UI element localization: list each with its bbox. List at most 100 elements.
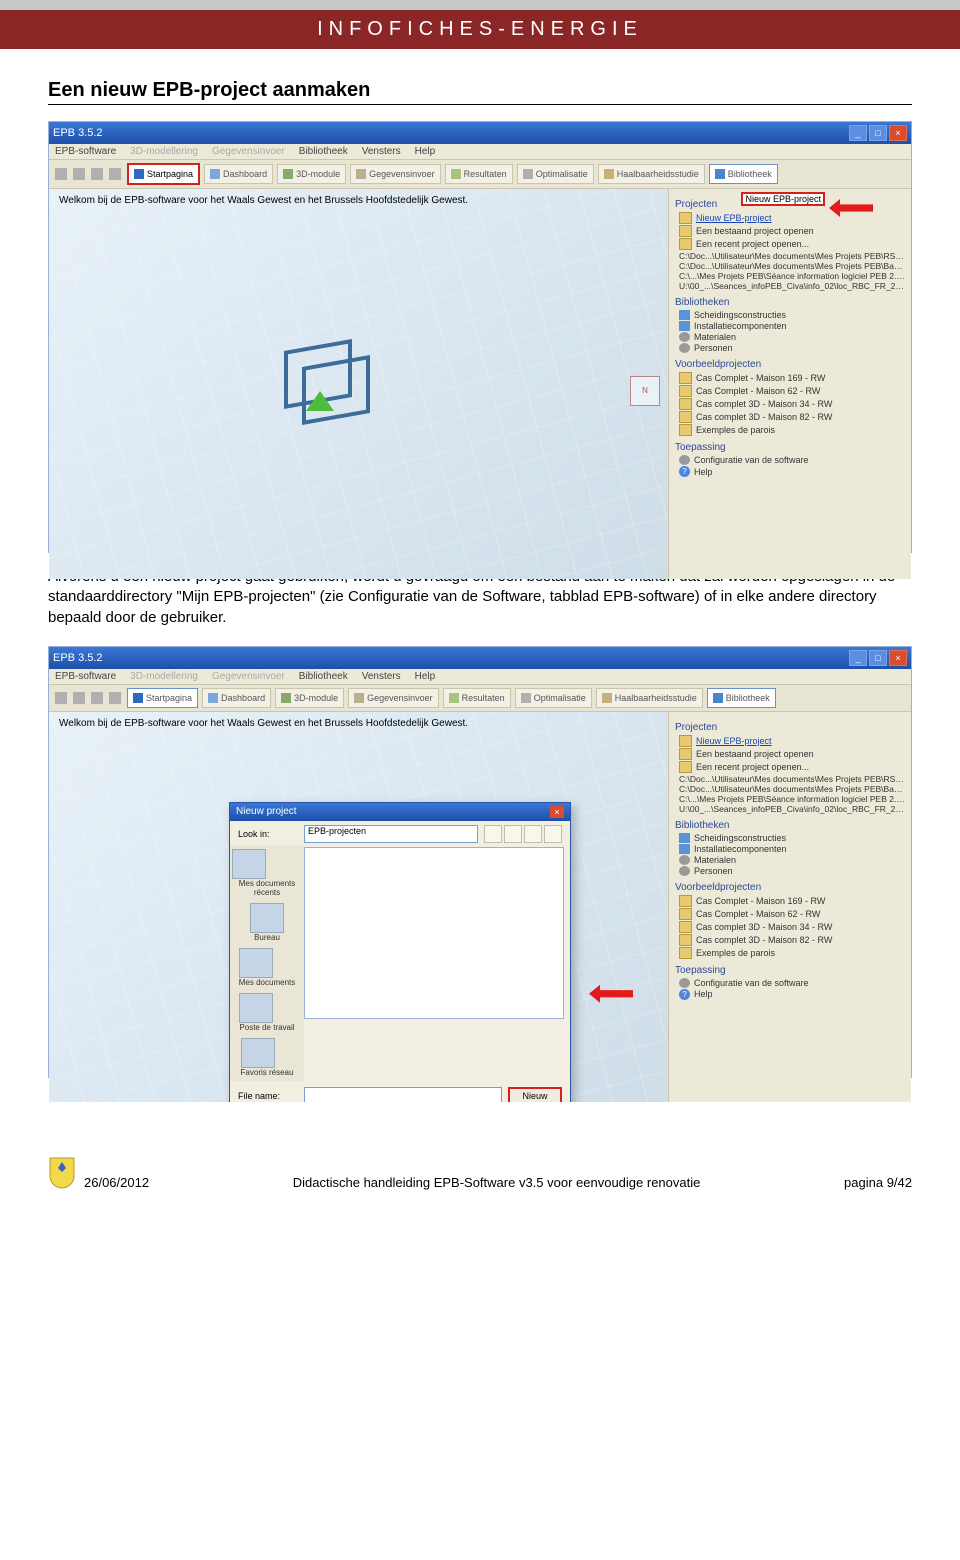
cut-icon[interactable] [91,692,103,704]
sidebar-item-recent-project[interactable]: Een recent project openen... [679,238,905,250]
sidebar-item-help[interactable]: ?Help [679,466,905,477]
place-item[interactable]: Favoris réseau [241,1038,294,1077]
sidebar-item[interactable]: Cas complet 3D - Maison 82 - RW [679,411,905,423]
sidebar-panel: Projecten Nieuw EPB-project Een bestaand… [668,712,911,1102]
sidebar-item[interactable]: Personen [679,343,905,353]
sidebar-item[interactable]: Cas Complet - Maison 169 - RW [679,372,905,384]
window-title: EPB 3.5.2 [53,652,103,664]
toolbar-gegevensinvoer[interactable]: Gegevensinvoer [348,688,439,708]
sidebar-item-config[interactable]: Configuratie van de software [679,978,905,988]
toolbar-dashboard[interactable]: Dashboard [202,688,271,708]
sidebar-item[interactable]: Materialen [679,855,905,865]
up-folder-icon[interactable] [484,825,502,843]
sidebar-item-recent-project[interactable]: Een recent project openen... [679,761,905,773]
menu-bibliotheek[interactable]: Bibliotheek [299,671,348,682]
window-maximize-button[interactable]: □ [869,650,887,666]
sidebar-item[interactable]: Cas complet 3D - Maison 82 - RW [679,934,905,946]
undo-icon[interactable] [55,692,67,704]
app-toolbar: Startpagina Dashboard 3D-module Gegevens… [49,684,911,712]
toolbar-resultaten[interactable]: Resultaten [443,688,511,708]
region-crest-icon [48,1156,76,1190]
sidebar-item-nieuw-project[interactable]: Nieuw EPB-project [679,735,905,747]
view-details-icon[interactable] [544,825,562,843]
sidebar-item-nieuw-project[interactable]: Nieuw EPB-project [679,212,905,224]
sidebar-item-config[interactable]: Configuratie van de software [679,455,905,465]
menu-vensters[interactable]: Vensters [362,146,401,157]
sidebar-item-bestaand-project[interactable]: Een bestaand project openen [679,225,905,237]
window-close-button[interactable]: × [889,125,907,141]
toolbar-3d-module[interactable]: 3D-module [277,164,346,184]
toolbar-gegevensinvoer-label: Gegevensinvoer [369,169,435,179]
place-item[interactable]: Bureau [250,903,284,942]
recent-path[interactable]: U:\00_...\Seances_infoPEB_Civa\info_02\l… [679,804,905,814]
sidebar-item[interactable]: Scheidingsconstructies [679,310,905,320]
view-list-icon[interactable] [524,825,542,843]
sidebar-group-toepassing: Toepassing [675,442,905,453]
dialog-file-list[interactable] [304,847,564,1019]
redo-icon[interactable] [73,168,85,180]
welcome-text: Welkom bij de EPB-software voor het Waal… [59,195,468,206]
recent-path[interactable]: C:\...\Mes Projets PEB\Séance informatio… [679,271,905,281]
cut-icon[interactable] [91,168,103,180]
sidebar-item[interactable]: Cas Complet - Maison 169 - RW [679,895,905,907]
sidebar-item-label: Materialen [694,332,736,342]
menu-vensters[interactable]: Vensters [362,671,401,682]
toolbar-optimalisatie[interactable]: Optimalisatie [515,688,592,708]
place-item[interactable]: Poste de travail [239,993,294,1032]
sidebar-item[interactable]: Materialen [679,332,905,342]
page-footer: 26/06/2012 Didactische handleiding EPB-S… [0,1150,960,1208]
paste-icon[interactable] [109,692,121,704]
toolbar-optimalisatie[interactable]: Optimalisatie [517,164,594,184]
window-minimize-button[interactable]: _ [849,125,867,141]
toolbar-resultaten[interactable]: Resultaten [445,164,513,184]
sidebar-item[interactable]: Exemples de parois [679,947,905,959]
undo-icon[interactable] [55,168,67,180]
sidebar-item[interactable]: Cas complet 3D - Maison 34 - RW [679,398,905,410]
recent-path[interactable]: C:\Doc...\Utilisateur\Mes documents\Mes … [679,784,905,794]
toolbar-haalbaarheidsstudie[interactable]: Haalbaarheidsstudie [598,164,705,184]
window-close-button[interactable]: × [889,650,907,666]
recent-path[interactable]: C:\Doc...\Utilisateur\Mes documents\Mes … [679,261,905,271]
window-maximize-button[interactable]: □ [869,125,887,141]
sidebar-item[interactable]: Exemples de parois [679,424,905,436]
toolbar-startpagina[interactable]: Startpagina [127,688,198,708]
toolbar-gegevensinvoer[interactable]: Gegevensinvoer [350,164,441,184]
recent-path[interactable]: C:\Doc...\Utilisateur\Mes documents\Mes … [679,251,905,261]
sidebar-item[interactable]: Personen [679,866,905,876]
new-button[interactable]: Nieuw [508,1087,562,1102]
menu-help[interactable]: Help [415,146,436,157]
redo-icon[interactable] [73,692,85,704]
recent-path[interactable]: U:\00_...\Seances_infoPEB_Civa\info_02\l… [679,281,905,291]
menu-help[interactable]: Help [415,671,436,682]
place-item[interactable]: Mes documents récents [232,849,302,897]
toolbar-bibliotheek[interactable]: Bibliotheek [707,688,776,708]
computer-icon [239,993,273,1023]
place-item[interactable]: Mes documents [239,948,295,987]
dialog-close-button[interactable]: × [550,806,564,818]
toolbar-3d-module[interactable]: 3D-module [275,688,344,708]
toolbar-bibliotheek[interactable]: Bibliotheek [709,164,778,184]
menu-epb-software[interactable]: EPB-software [55,671,116,682]
sidebar-item[interactable]: Scheidingsconstructies [679,833,905,843]
window-minimize-button[interactable]: _ [849,650,867,666]
folder-icon [679,748,692,760]
paste-icon[interactable] [109,168,121,180]
sidebar-item[interactable]: Cas Complet - Maison 62 - RW [679,385,905,397]
sidebar-item[interactable]: Installatiecomponenten [679,321,905,331]
sidebar-item[interactable]: Installatiecomponenten [679,844,905,854]
new-folder-icon[interactable] [504,825,522,843]
recent-docs-icon [232,849,266,879]
sidebar-item[interactable]: Cas complet 3D - Maison 34 - RW [679,921,905,933]
sidebar-item[interactable]: Cas Complet - Maison 62 - RW [679,908,905,920]
toolbar-dashboard[interactable]: Dashboard [204,164,273,184]
menu-epb-software[interactable]: EPB-software [55,146,116,157]
recent-path[interactable]: C:\...\Mes Projets PEB\Séance informatio… [679,794,905,804]
menu-bibliotheek[interactable]: Bibliotheek [299,146,348,157]
recent-path[interactable]: C:\Doc...\Utilisateur\Mes documents\Mes … [679,774,905,784]
sidebar-item-bestaand-project[interactable]: Een bestaand project openen [679,748,905,760]
sidebar-item-help[interactable]: ?Help [679,989,905,1000]
toolbar-startpagina[interactable]: Startpagina [127,163,200,185]
toolbar-haalbaarheidsstudie[interactable]: Haalbaarheidsstudie [596,688,703,708]
filename-input[interactable] [304,1087,502,1102]
lookin-select[interactable]: EPB-projecten [304,825,478,843]
